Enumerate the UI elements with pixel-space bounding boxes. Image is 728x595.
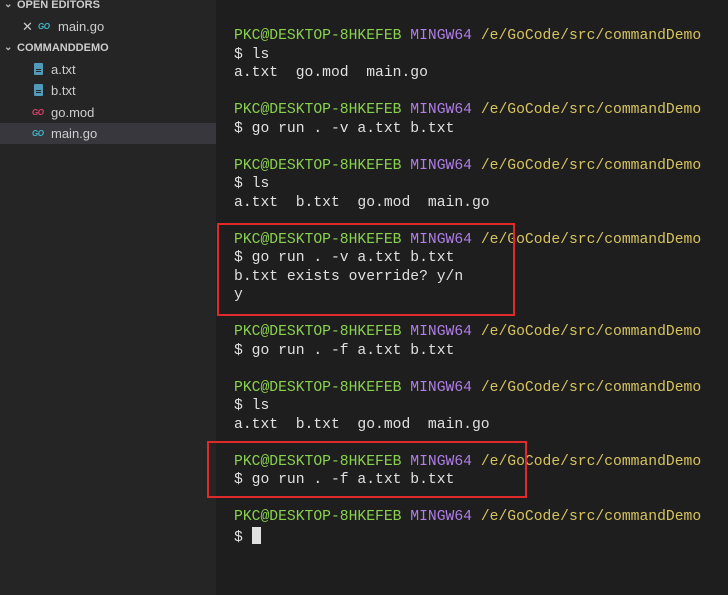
prompt-system: MINGW64 — [410, 509, 472, 525]
prompt-path: /e/GoCode/src/commandDemo — [480, 102, 702, 118]
command-line: $ ls — [234, 175, 701, 194]
prompt-user: PKC@DESKTOP-8HKEFEB — [234, 379, 402, 396]
go-icon: GO — [38, 22, 50, 31]
file-go-mod[interactable]: GO go.mod — [0, 102, 216, 123]
highlight-box — [217, 223, 515, 316]
file-main-go[interactable]: GO main.go — [0, 123, 216, 144]
command-line: $ ls — [234, 397, 701, 416]
output-line: a.txt go.mod main.go — [234, 64, 701, 83]
terminal-cursor — [251, 526, 261, 544]
prompt-line: PKC@DESKTOP-8HKEFEB MINGW64 /e/GoCode/sr… — [234, 27, 701, 46]
prompt-symbol: $ — [234, 529, 243, 546]
open-editor-main-go[interactable]: ✕ GO main.go — [0, 16, 216, 37]
prompt-user: PKC@DESKTOP-8HKEFEB — [234, 102, 402, 118]
prompt-user: PKC@DESKTOP-8HKEFEB — [234, 157, 402, 174]
chevron-down-icon: ⌄ — [4, 0, 13, 10]
command-text: go run . -f a.txt b.txt — [251, 342, 455, 359]
go-mod-icon: GO — [32, 108, 44, 117]
command-line: $ go run . -v a.txt b.txt — [234, 120, 701, 139]
prompt-user: PKC@DESKTOP-8HKEFEB — [234, 509, 402, 525]
close-icon[interactable]: ✕ — [22, 16, 33, 37]
prompt-symbol: $ — [234, 398, 243, 414]
prompt-path: /e/GoCode/src/commandDemo — [480, 157, 702, 174]
command-text: ls — [251, 46, 270, 63]
prompt-symbol: $ — [234, 46, 243, 63]
command-line: $ — [234, 526, 701, 546]
prompt-system: MINGW64 — [410, 324, 472, 340]
prompt-path: /e/GoCode/src/commandDemo — [480, 28, 702, 44]
prompt-symbol: $ — [234, 176, 243, 192]
explorer-sidebar: ⌄ OPEN EDITORS ✕ GO main.go ⌄ COMMANDDEM… — [0, 0, 216, 595]
prompt-line: PKC@DESKTOP-8HKEFEB MINGW64 /e/GoCode/sr… — [234, 157, 701, 176]
prompt-line: PKC@DESKTOP-8HKEFEB MINGW64 /e/GoCode/sr… — [234, 508, 701, 527]
open-editors-header[interactable]: ⌄ OPEN EDITORS — [0, 0, 216, 15]
prompt-system: MINGW64 — [410, 28, 472, 44]
prompt-system: MINGW64 — [410, 379, 472, 396]
output-text: a.txt b.txt go.mod main.go — [234, 416, 490, 433]
output-line: a.txt b.txt go.mod main.go — [234, 194, 701, 213]
prompt-line: PKC@DESKTOP-8HKEFEB MINGW64 /e/GoCode/sr… — [234, 379, 701, 398]
command-text: go run . -v a.txt b.txt — [251, 120, 455, 137]
project-header[interactable]: ⌄ COMMANDDEMO — [0, 38, 216, 58]
highlight-box — [207, 441, 527, 498]
prompt-path: /e/GoCode/src/commandDemo — [480, 379, 702, 396]
file-a-txt[interactable]: a.txt — [0, 59, 216, 80]
command-text: ls — [251, 398, 270, 414]
prompt-system: MINGW64 — [410, 102, 472, 118]
prompt-user: PKC@DESKTOP-8HKEFEB — [234, 28, 402, 44]
command-line: $ go run . -f a.txt b.txt — [234, 342, 701, 361]
prompt-path: /e/GoCode/src/commandDemo — [480, 509, 702, 525]
prompt-system: MINGW64 — [410, 157, 472, 174]
output-text: a.txt go.mod main.go — [234, 65, 428, 81]
output-line: a.txt b.txt go.mod main.go — [234, 416, 701, 435]
go-icon: GO — [32, 129, 44, 138]
chevron-down-icon: ⌄ — [4, 42, 13, 53]
text-file-icon — [34, 84, 43, 96]
command-text: ls — [251, 176, 270, 192]
prompt-line: PKC@DESKTOP-8HKEFEB MINGW64 /e/GoCode/sr… — [234, 101, 701, 120]
prompt-path: /e/GoCode/src/commandDemo — [480, 324, 702, 340]
output-text: a.txt b.txt go.mod main.go — [234, 194, 490, 211]
command-line: $ ls — [234, 46, 701, 65]
text-file-icon — [34, 63, 43, 75]
file-b-txt[interactable]: b.txt — [0, 80, 216, 101]
prompt-symbol: $ — [234, 342, 243, 359]
prompt-symbol: $ — [234, 120, 243, 137]
prompt-line: PKC@DESKTOP-8HKEFEB MINGW64 /e/GoCode/sr… — [234, 323, 701, 342]
prompt-user: PKC@DESKTOP-8HKEFEB — [234, 324, 402, 340]
